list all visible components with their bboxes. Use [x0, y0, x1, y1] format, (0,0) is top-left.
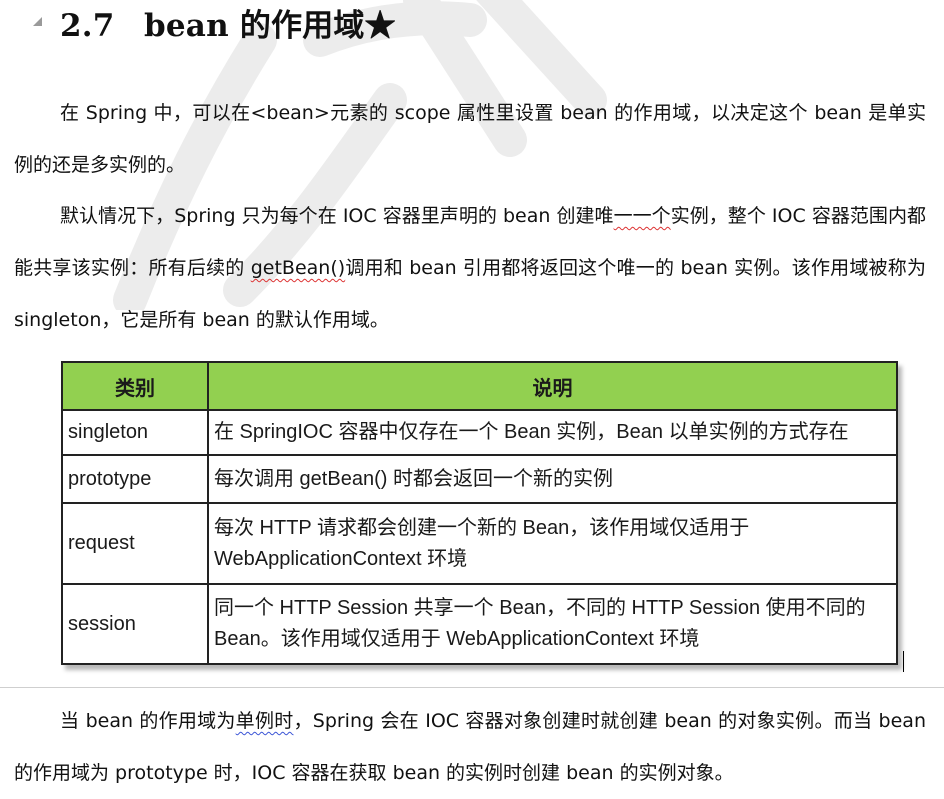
table-row: session 同一个 HTTP Session 共享一个 Bean，不同的 H… [61, 583, 898, 665]
default-scope-paragraph: 默认情况下，Spring 只为每个在 IOC 容器里声明的 bean 创建唯一一… [14, 190, 926, 346]
page-divider [0, 687, 944, 688]
scope-table: 类别 说明 singleton 在 SpringIOC 容器中仅存在一个 Bea… [61, 361, 898, 665]
spellcheck-mark: 一一个 [613, 205, 671, 227]
header-description: 说明 [207, 361, 898, 411]
scope-desc-cell: 每次 HTTP 请求都会创建一个新的 Bean，该作用域仅适用于 WebAppl… [207, 502, 898, 585]
text-cursor [903, 651, 904, 672]
scope-desc-cell: 每次调用 getBean() 时都会返回一个新的实例 [207, 454, 898, 504]
scope-table-container: 类别 说明 singleton 在 SpringIOC 容器中仅存在一个 Bea… [61, 361, 898, 665]
section-heading-row: 2.7 bean 的作用域★ [0, 0, 944, 56]
section-title: bean 的作用域★ [144, 8, 396, 44]
grammar-mark: 单例时 [235, 710, 294, 732]
paragraph-text: 当 bean 的作用域为 [60, 710, 236, 732]
table-row: prototype 每次调用 getBean() 时都会返回一个新的实例 [61, 454, 898, 504]
table-row: singleton 在 SpringIOC 容器中仅存在一个 Bean 实例，B… [61, 409, 898, 456]
scope-type-cell: prototype [61, 454, 209, 504]
spellcheck-mark: getBean() [250, 257, 346, 279]
collapse-triangle-icon[interactable] [33, 17, 42, 26]
table-row: request 每次 HTTP 请求都会创建一个新的 Bean，该作用域仅适用于… [61, 502, 898, 585]
scope-desc-cell: 同一个 HTTP Session 共享一个 Bean，不同的 HTTP Sess… [207, 583, 898, 665]
intro-paragraph: 在 Spring 中，可以在<bean>元素的 scope 属性里设置 bean… [14, 102, 926, 176]
table-header-row: 类别 说明 [61, 361, 898, 411]
section-heading: 2.7 bean 的作用域★ [60, 5, 396, 47]
scope-type-cell: singleton [61, 409, 209, 456]
header-category: 类别 [61, 361, 209, 411]
scope-timing-paragraph: 当 bean 的作用域为单例时，Spring 会在 IOC 容器对象创建时就创建… [14, 695, 926, 799]
scope-type-cell: session [61, 583, 209, 665]
section-number: 2.7 [60, 8, 115, 44]
scope-desc-cell: 在 SpringIOC 容器中仅存在一个 Bean 实例，Bean 以单实例的方… [207, 409, 898, 456]
paragraph-text: 默认情况下，Spring 只为每个在 IOC 容器里声明的 bean 创建唯 [60, 205, 614, 227]
scope-type-cell: request [61, 502, 209, 585]
